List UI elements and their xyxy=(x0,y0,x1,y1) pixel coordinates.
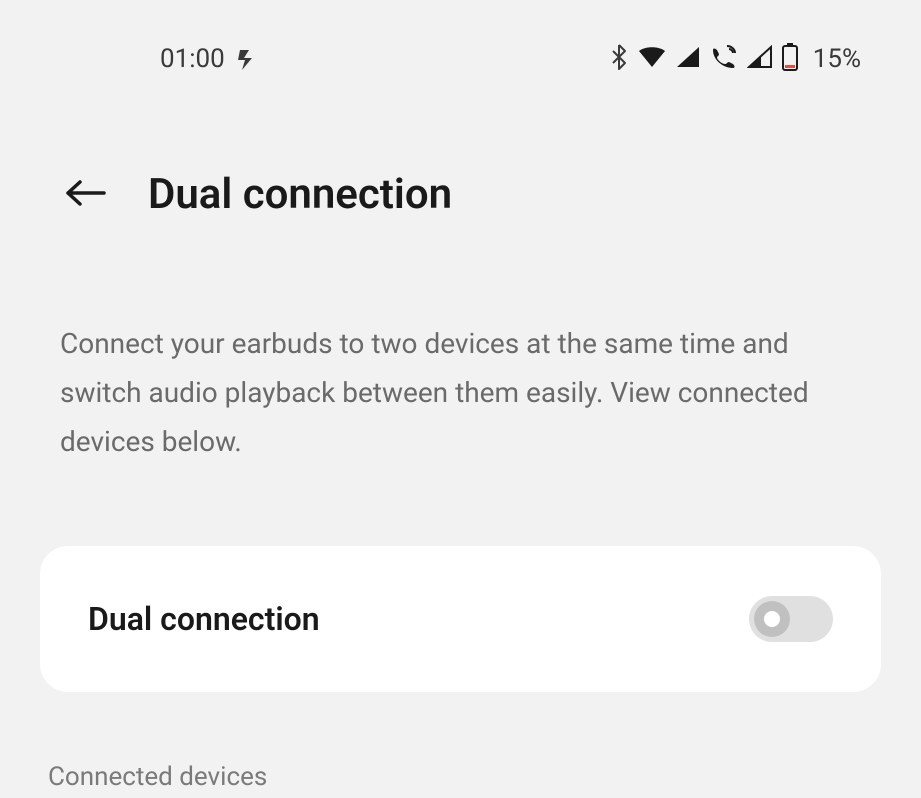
wifi-calling-icon xyxy=(709,44,739,74)
wifi-icon xyxy=(637,45,667,73)
status-right: 15% xyxy=(609,43,861,75)
status-bar: 01:00 xyxy=(0,0,921,90)
dual-connection-toggle[interactable] xyxy=(749,596,833,642)
status-time: 01:00 xyxy=(160,44,225,74)
battery-percent: 15% xyxy=(813,44,861,74)
connected-devices-header: Connected devices xyxy=(0,692,921,792)
battery-icon xyxy=(781,43,799,75)
signal-2-icon xyxy=(747,45,773,73)
page-title: Dual connection xyxy=(148,170,452,219)
arrow-left-icon xyxy=(64,178,108,211)
status-left: 01:00 xyxy=(160,44,255,74)
bluetooth-icon xyxy=(609,43,629,75)
charging-icon xyxy=(237,48,255,70)
page-description: Connect your earbuds to two devices at t… xyxy=(0,259,921,506)
signal-icon xyxy=(675,45,701,73)
toggle-label: Dual connection xyxy=(88,600,320,638)
toggle-knob xyxy=(754,601,790,637)
dual-connection-card[interactable]: Dual connection xyxy=(40,546,881,692)
back-button[interactable] xyxy=(60,174,112,215)
page-header: Dual connection xyxy=(0,90,921,259)
